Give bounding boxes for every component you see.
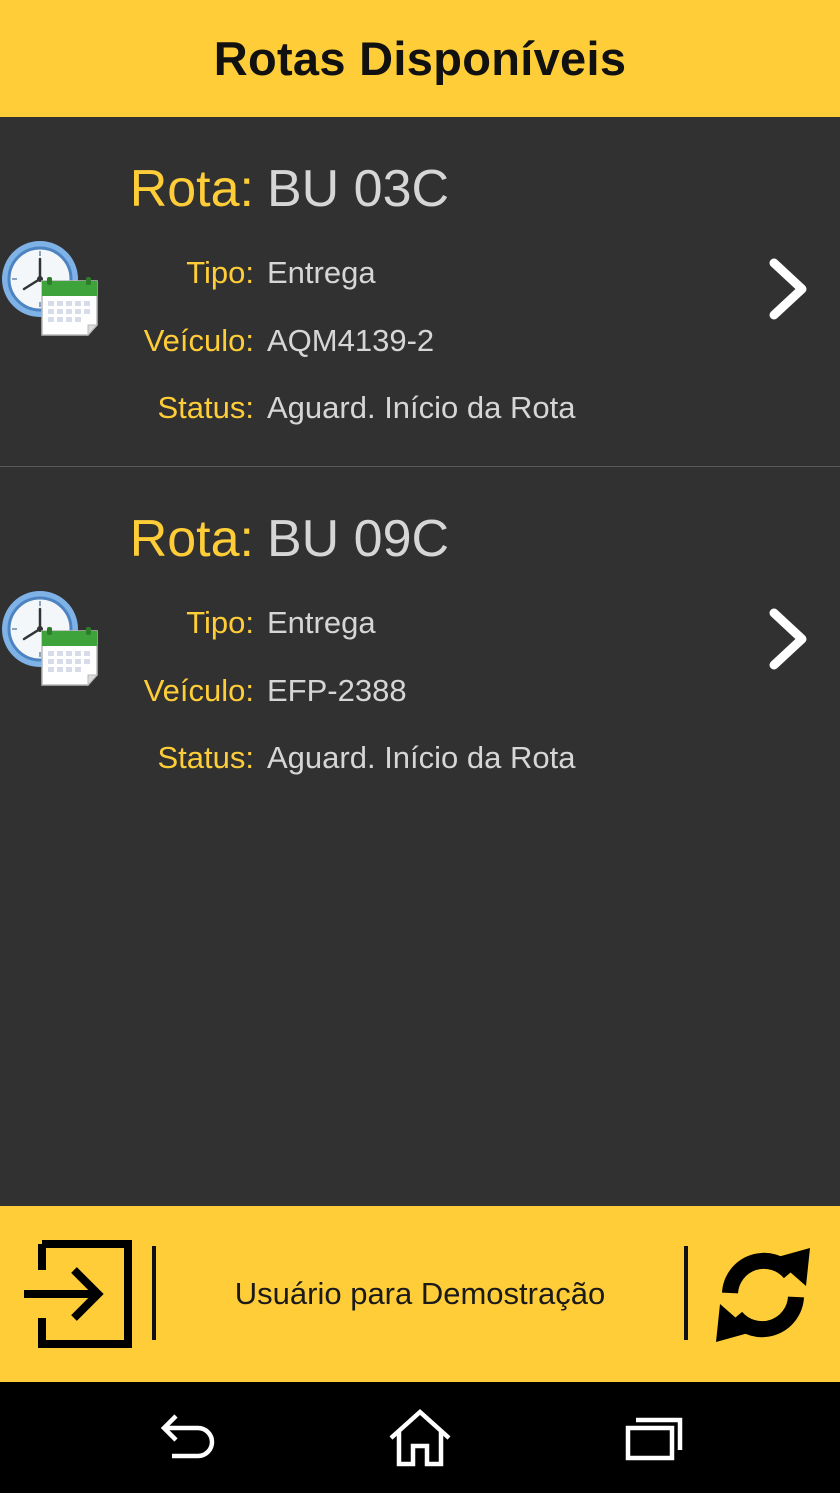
route-status-row: Status: Aguard. Início da Rota [0,740,576,776]
bottom-toolbar: Usuário para Demostração [0,1206,840,1382]
vehicle-label: Veículo: [143,673,254,708]
toolbar-separator [684,1246,688,1340]
route-code: BU 03C [267,160,450,218]
route-type-row: Tipo: Entrega [0,605,376,641]
refresh-icon[interactable] [708,1240,818,1350]
status-value: Aguard. Início da Rota [267,740,576,775]
back-icon[interactable] [152,1404,222,1470]
page-title: Rotas Disponíveis [213,32,627,85]
vehicle-value: EFP-2388 [267,673,407,708]
route-vehicle-row: Veículo: AQM4139-2 [0,323,434,359]
route-type-row: Tipo: Entrega [0,255,376,291]
status-label: Status: [157,740,255,775]
route-title-row: Rota: BU 03C [0,159,449,219]
route-label: Rota: [129,160,254,218]
route-list-item[interactable]: Rota: BU 09C Tipo: Entrega Veículo: EFP-… [0,467,840,816]
chevron-right-icon[interactable] [764,607,814,671]
type-label: Tipo: [186,255,254,290]
type-label: Tipo: [186,605,254,640]
route-code: BU 09C [267,510,450,568]
route-vehicle-row: Veículo: EFP-2388 [0,673,407,709]
route-status-row: Status: Aguard. Início da Rota [0,390,576,426]
status-label: Status: [157,390,255,425]
recents-icon[interactable] [618,1404,688,1470]
vehicle-label: Veículo: [143,323,254,358]
route-list-item[interactable]: Rota: BU 03C Tipo: Entrega Veículo: AQM4… [0,117,840,467]
route-title-row: Rota: BU 09C [0,509,449,569]
status-value: Aguard. Início da Rota [267,390,576,425]
app-header: Rotas Disponíveis [0,0,840,117]
user-name-label: Usuário para Demostração [234,1276,606,1311]
route-label: Rota: [129,510,254,568]
chevron-right-icon[interactable] [764,257,814,321]
type-value: Entrega [267,605,376,640]
logout-icon[interactable] [20,1240,132,1348]
toolbar-separator [152,1246,156,1340]
vehicle-value: AQM4139-2 [267,323,435,358]
system-navigation-bar [0,1382,840,1493]
home-icon[interactable] [385,1404,455,1470]
type-value: Entrega [267,255,376,290]
routes-list: Rota: BU 03C Tipo: Entrega Veículo: AQM4… [0,117,840,1206]
